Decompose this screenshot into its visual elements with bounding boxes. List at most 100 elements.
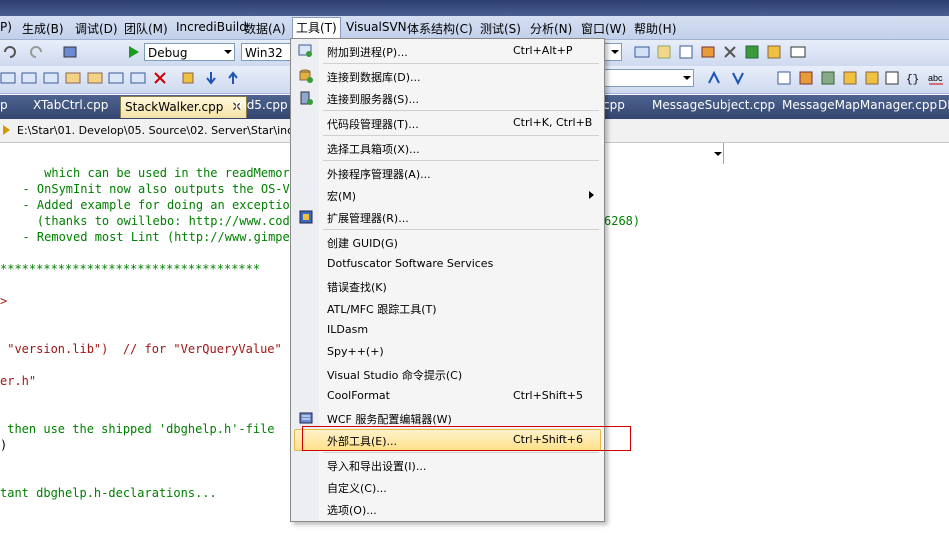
extension-icon[interactable] (766, 44, 782, 60)
tab-partial-left[interactable]: p (0, 98, 8, 116)
tab-stackwalker[interactable]: StackWalker.cpp ✕ (120, 96, 248, 118)
tools-menu-item[interactable]: 外接程序管理器(A)... (291, 162, 604, 184)
debug-icon[interactable] (864, 70, 880, 86)
menu-item-analyze[interactable]: 分析(N) (530, 20, 572, 36)
menu-item-architecture[interactable]: 体系结构(C) (407, 20, 473, 36)
start-page-icon[interactable] (744, 44, 760, 60)
menu-item-label: 连接到数据库(D)... (327, 71, 421, 84)
chevron-down-icon[interactable] (714, 152, 722, 156)
menu-item-visualsvn[interactable]: VisualSVN (346, 20, 407, 36)
tab-md5[interactable]: md5.cpp (235, 98, 288, 116)
solution-explorer-icon[interactable] (656, 44, 672, 60)
prev-bookmark-doc-icon[interactable] (130, 70, 146, 86)
tools-menu-item[interactable]: CoolFormat Ctrl+Shift+5 (291, 385, 604, 407)
class-view-icon[interactable] (798, 70, 814, 86)
tab-xtabctrl[interactable]: XTabCtrl.cpp (33, 98, 108, 116)
next-bookmark-icon[interactable] (65, 70, 81, 86)
tools-menu-item[interactable]: ILDasm (291, 319, 604, 341)
menu-item-label: Visual Studio 命令提示(C) (327, 369, 463, 382)
start-debugging-icon[interactable] (125, 44, 141, 60)
menu-item-shortcut: Ctrl+Shift+5 (513, 389, 584, 402)
navigate-icon[interactable] (62, 44, 78, 60)
tools-menu-item[interactable]: 选择工具箱项(X)... (291, 137, 604, 159)
tab-partial-cpp[interactable]: cpp (603, 98, 625, 116)
menu-item-label: Dotfuscator Software Services (327, 257, 494, 270)
svg-text:abc: abc (928, 73, 943, 83)
menu-item-test[interactable]: 测试(S) (480, 20, 521, 36)
menu-item-incredibuild[interactable]: IncrediBuild (176, 20, 247, 36)
code-line: (thanks to owillebo: http://www.code (8, 214, 297, 228)
move-up-icon[interactable] (180, 70, 196, 86)
menu-item-label: 导入和导出设置(I)... (327, 460, 427, 473)
configuration-value: Debug (148, 46, 188, 60)
tools-menu-item[interactable]: Spy++(+) (291, 341, 604, 363)
comment-icon[interactable] (0, 70, 16, 86)
bookmark-icon[interactable] (21, 70, 37, 86)
menu-item-label: 选项(O)... (327, 504, 377, 517)
tools-menu-item[interactable]: 选项(O)... (291, 498, 604, 520)
toolbox-icon[interactable] (722, 44, 738, 60)
tools-menu-item[interactable]: 创建 GUID(G) (291, 231, 604, 253)
prev-bookmark-icon[interactable] (43, 70, 59, 86)
tools-menu-item[interactable]: 扩展管理器(R)... (291, 206, 604, 228)
menu-item-label: 连接到服务器(S)... (327, 93, 420, 106)
navigation-combo[interactable] (604, 69, 694, 87)
tools-menu-item[interactable]: 导入和导出设置(I)... (291, 454, 604, 476)
tools-menu-item[interactable]: 宏(M) (291, 184, 604, 206)
menu-item-tools[interactable]: 工具(T) (292, 17, 341, 38)
spell-check-icon[interactable]: abc (928, 70, 944, 86)
object-browser-icon[interactable] (700, 44, 716, 60)
next-bookmark-folder-icon[interactable] (108, 70, 124, 86)
prev-bookmark-folder-icon[interactable] (87, 70, 103, 86)
chevron-down-icon (611, 50, 619, 54)
code-analysis-icon[interactable] (820, 70, 836, 86)
tools-menu-item[interactable]: ATL/MFC 跟踪工具(T) (291, 297, 604, 319)
menu-item-label: ILDasm (327, 323, 369, 336)
find-references-icon[interactable] (730, 70, 746, 86)
platform-value: Win32 (245, 46, 283, 60)
clear-bookmarks-icon[interactable] (152, 70, 168, 86)
command-window-icon[interactable] (790, 44, 806, 60)
find-combo[interactable] (604, 43, 622, 61)
title-strip (0, 0, 949, 16)
refactor-icon[interactable] (842, 70, 858, 86)
redo-icon[interactable] (28, 44, 44, 60)
tools-menu-item[interactable]: Dotfuscator Software Services (291, 253, 604, 275)
tools-menu-item[interactable]: 连接到服务器(S)... (291, 87, 604, 109)
menu-item-data[interactable]: 数据(A) (244, 20, 286, 36)
code-line: which can be used in the readMemoryF (8, 166, 305, 180)
arrow-up-icon[interactable] (225, 70, 241, 86)
arrow-down-icon[interactable] (203, 70, 219, 86)
properties-icon[interactable] (678, 44, 694, 60)
tools-menu-item[interactable]: 连接到数据库(D)... (291, 65, 604, 87)
tab-partial-right[interactable]: DE (938, 98, 949, 116)
menu-item-build[interactable]: 生成(B) (22, 20, 64, 36)
tools-menu-item[interactable]: 附加到进程(P)... Ctrl+Alt+P (291, 40, 604, 62)
code-link-tail: 6268) (604, 214, 641, 228)
code-line: ) (0, 438, 8, 452)
menu-separator (323, 229, 599, 230)
tools-menu-item[interactable]: 代码段管理器(T)... Ctrl+K, Ctrl+B (291, 112, 604, 134)
code-line: ************************************ (0, 262, 261, 276)
undo-icon[interactable] (2, 44, 18, 60)
menu-item-debug[interactable]: 调试(D) (75, 20, 118, 36)
code-icon[interactable]: {} (906, 70, 922, 86)
menu-separator (323, 452, 599, 453)
solution-configuration-combo[interactable]: Debug (144, 43, 235, 61)
tools-menu-item[interactable]: 自定义(C)... (291, 476, 604, 498)
go-to-definition-icon[interactable] (706, 70, 722, 86)
format-icon[interactable] (884, 70, 900, 86)
connect-database-icon (298, 68, 314, 84)
tools-menu-item[interactable]: Visual Studio 命令提示(C) (291, 363, 604, 385)
menu-item-window[interactable]: 窗口(W) (581, 20, 626, 36)
menu-item-team[interactable]: 团队(M) (124, 20, 168, 36)
menu-item-help[interactable]: 帮助(H) (634, 20, 676, 36)
find-in-files-icon[interactable] (634, 44, 650, 60)
menu-item-project[interactable]: P) (0, 20, 12, 36)
code-line: - OnSymInit now also outputs the OS-Ve (8, 182, 297, 196)
task-list-icon[interactable] (776, 70, 792, 86)
tab-messagesubject[interactable]: MessageSubject.cpp (652, 98, 775, 116)
solution-platform-combo[interactable]: Win32 (241, 43, 291, 61)
tab-messagemapmanager[interactable]: MessageMapManager.cpp (782, 98, 937, 116)
tools-menu-item[interactable]: 错误查找(K) (291, 275, 604, 297)
